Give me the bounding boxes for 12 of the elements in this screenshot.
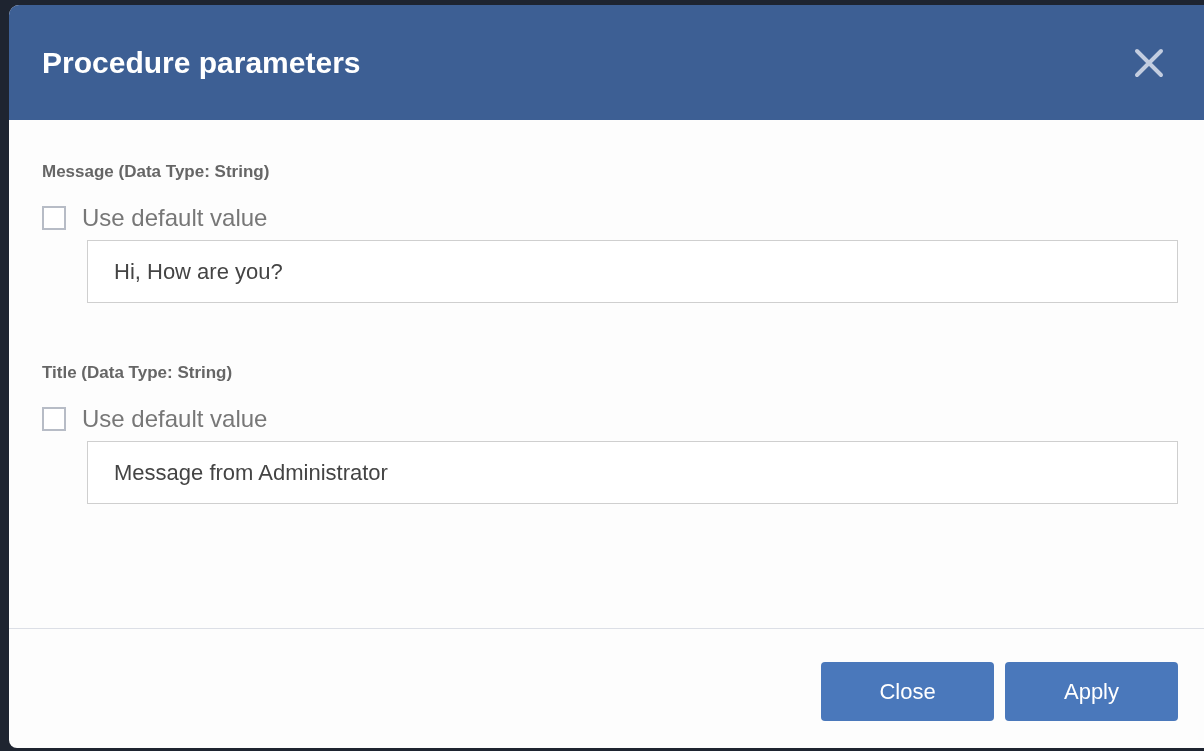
close-button[interactable]: Close — [821, 662, 994, 721]
checkbox[interactable] — [42, 407, 66, 431]
close-icon[interactable] — [1134, 47, 1164, 78]
input-field[interactable]: Message from Administrator — [87, 441, 1178, 504]
parameter-label: Title (Data Type: String) — [42, 363, 234, 383]
checkbox-label: Use default value — [82, 405, 268, 433]
parameter-label: Message (Data Type: String) — [42, 162, 271, 182]
input-field[interactable]: Hi, How are you? — [87, 240, 1178, 303]
checkbox[interactable] — [42, 206, 66, 230]
dialog-title: Procedure parameters — [42, 45, 361, 80]
checkbox-label: Use default value — [82, 204, 268, 232]
apply-button[interactable]: Apply — [1005, 662, 1178, 721]
